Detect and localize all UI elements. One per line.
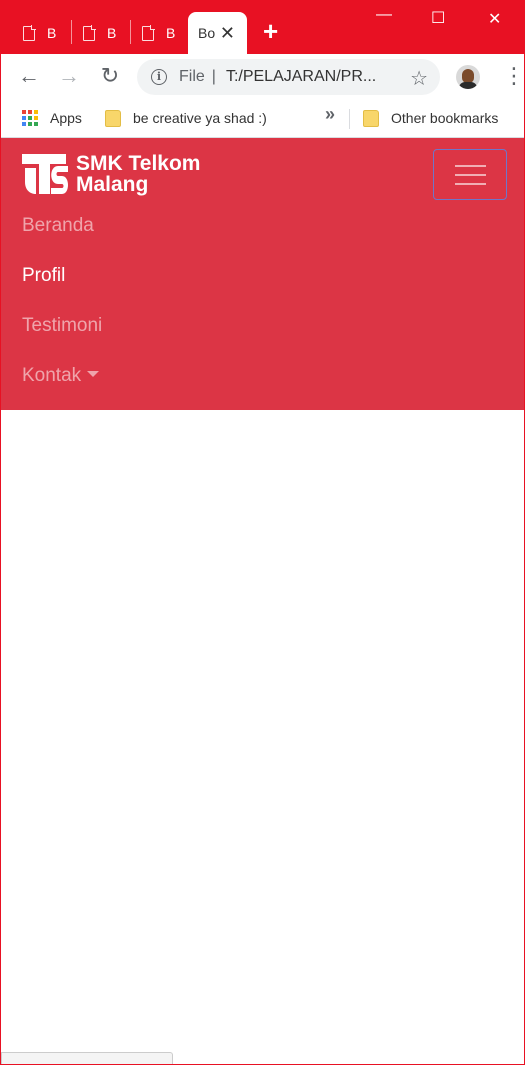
tab-title: B — [47, 25, 57, 41]
brand-name: SMK Telkom Malang — [76, 153, 200, 195]
back-button[interactable]: ← — [17, 64, 41, 88]
tab-strip: B B B Bo ✕ + — ☐ ✕ — [1, 0, 524, 54]
active-browser-tab[interactable]: Bo ✕ — [188, 12, 247, 54]
other-bookmarks-label: Other bookmarks — [391, 110, 499, 126]
browser-tab[interactable]: B — [23, 12, 72, 54]
url-text[interactable]: T:/PELAJARAN/PR... — [226, 68, 376, 86]
site-navbar: SMK Telkom Malang Beranda Profil Testimo… — [1, 138, 524, 410]
browser-window: B B B Bo ✕ + — ☐ ✕ ← → ↻ i File | T:/PEL… — [0, 0, 525, 1065]
profile-avatar[interactable] — [456, 65, 480, 89]
brand-line-2: Malang — [76, 173, 149, 196]
telkom-logo-icon — [22, 154, 68, 194]
brand-logo[interactable]: SMK Telkom Malang — [22, 152, 200, 196]
maximize-button[interactable]: ☐ — [431, 8, 445, 28]
bookmark-star-icon[interactable]: ☆ — [410, 66, 428, 91]
more-bookmarks-icon[interactable]: » — [325, 104, 335, 125]
apps-label: Apps — [50, 110, 82, 126]
caret-down-icon — [87, 370, 100, 377]
tab-separator — [71, 20, 72, 44]
other-bookmarks[interactable]: Other bookmarks — [363, 108, 498, 128]
nav-link-kontak: Kontak — [22, 365, 82, 386]
close-window-button[interactable]: ✕ — [488, 9, 501, 29]
tab-separator — [130, 20, 131, 44]
tab-title: B — [166, 25, 176, 41]
reload-button[interactable]: ↻ — [98, 64, 122, 88]
navbar-toggler-button[interactable] — [433, 149, 507, 200]
forward-button[interactable]: → — [57, 64, 81, 88]
minimize-button[interactable]: — — [376, 6, 392, 24]
nav-dropdown-kontak[interactable]: Kontak — [22, 365, 100, 387]
bookmarks-bar: Apps be creative ya shad :) » Other book… — [1, 100, 524, 138]
url-separator: | — [211, 68, 216, 85]
browser-toolbar: ← → ↻ i File | T:/PELAJARAN/PR... ☆ — [1, 54, 524, 100]
brand-line-1: SMK Telkom — [76, 152, 201, 175]
folder-icon — [363, 109, 379, 127]
url-scheme: File — [179, 68, 205, 85]
new-tab-button[interactable]: + — [263, 18, 278, 44]
bookmark-label: be creative ya shad :) — [133, 110, 267, 126]
apps-grid-icon — [22, 110, 38, 126]
bookmark-item[interactable]: be creative ya shad :) — [105, 108, 267, 128]
bookmarks-divider — [349, 109, 350, 129]
apps-shortcut[interactable]: Apps — [22, 108, 82, 128]
close-tab-icon[interactable]: ✕ — [220, 24, 235, 42]
document-icon — [83, 25, 96, 41]
status-bubble — [1, 1052, 173, 1064]
info-icon[interactable]: i — [151, 69, 167, 85]
nav-link-profil[interactable]: Profil — [22, 265, 65, 287]
browser-menu-icon[interactable]: ⋮ — [503, 64, 524, 88]
nav-link-testimoni[interactable]: Testimoni — [22, 315, 102, 337]
document-icon — [23, 25, 36, 41]
tab-title: Bo — [198, 25, 216, 41]
nav-link-beranda[interactable]: Beranda — [22, 215, 94, 237]
folder-icon — [105, 109, 121, 127]
hamburger-icon — [455, 165, 486, 167]
browser-tab[interactable]: B — [83, 12, 131, 54]
document-icon — [142, 25, 155, 41]
tab-title: B — [107, 25, 117, 41]
browser-tab[interactable]: B — [142, 12, 182, 54]
address-bar[interactable]: i File | T:/PELAJARAN/PR... ☆ — [137, 59, 440, 95]
